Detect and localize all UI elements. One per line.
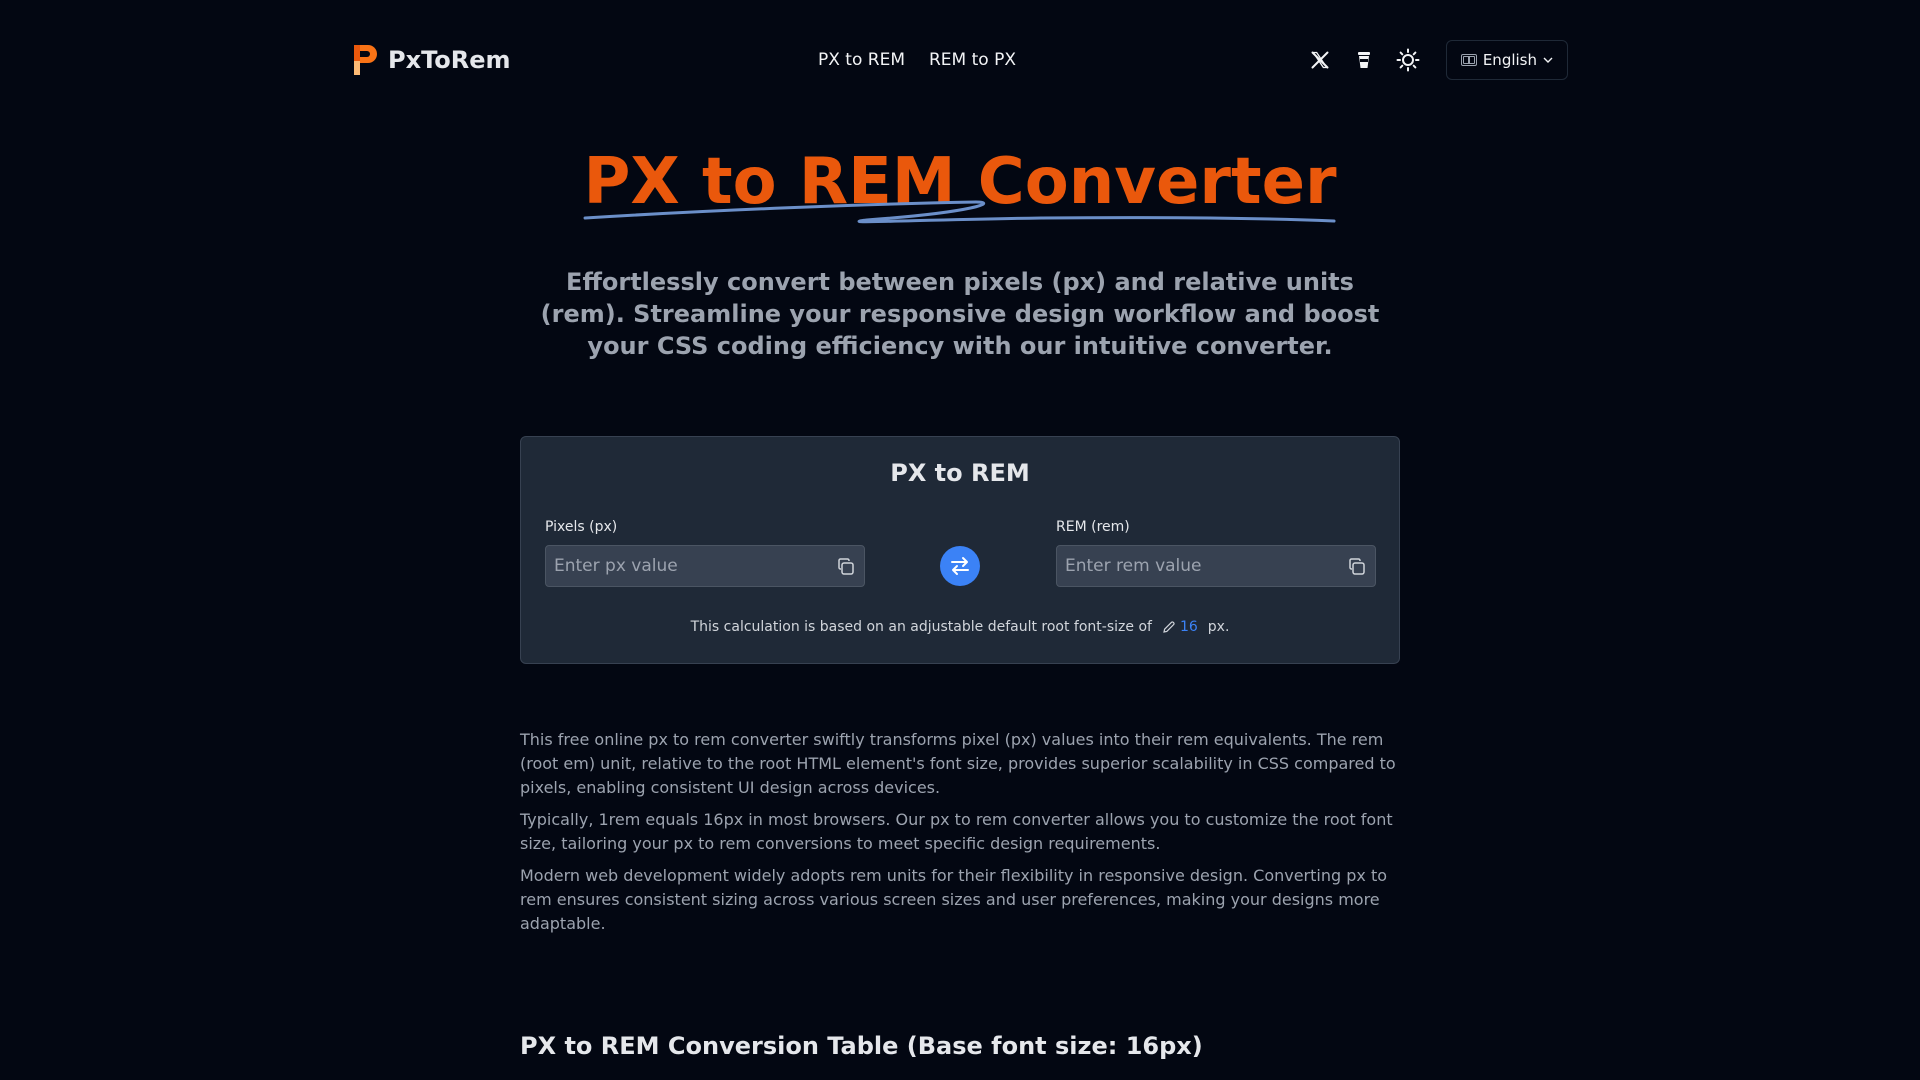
px-input[interactable] — [546, 546, 864, 586]
main-nav: PX to REM REM to PX — [818, 36, 1016, 84]
rem-input[interactable] — [1057, 546, 1375, 586]
base-font-size-edit[interactable]: 16 — [1162, 619, 1198, 635]
buy-coffee-button[interactable] — [1342, 38, 1386, 82]
copy-rem-icon[interactable] — [1347, 557, 1367, 577]
calculation-note: This calculation is based on an adjustab… — [521, 619, 1399, 635]
rem-field-label: REM (rem) — [1056, 519, 1130, 535]
swap-arrows-icon — [951, 557, 969, 575]
language-flag-icon — [1460, 54, 1477, 66]
note-prefix: This calculation is based on an adjustab… — [690, 619, 1152, 635]
page-title: PX to REM Converter — [583, 145, 1337, 219]
hero: PX to REM Converter — [0, 140, 1920, 224]
description-section: This free online px to rem converter swi… — [520, 728, 1400, 944]
brand-link[interactable]: PxToRem — [352, 43, 511, 77]
theme-toggle-button[interactable] — [1386, 38, 1430, 82]
description-paragraph-1: This free online px to rem converter swi… — [520, 730, 1396, 797]
hero-title-wrapper: PX to REM Converter — [583, 140, 1337, 224]
px-field-label: Pixels (px) — [545, 519, 618, 535]
description-paragraph-2: Typically, 1rem equals 16px in most brow… — [520, 810, 1393, 853]
site-header: PxToRem PX to REM REM to PX English — [352, 36, 1568, 84]
twitter-button[interactable] — [1298, 38, 1342, 82]
swap-units-button[interactable] — [940, 546, 980, 586]
px-field — [545, 545, 865, 587]
description-paragraph-3: Modern web development widely adopts rem… — [520, 866, 1388, 933]
nav-px-to-rem[interactable]: PX to REM — [818, 50, 905, 70]
coffee-cup-icon — [1357, 52, 1370, 68]
hero-subtitle: Effortlessly convert between pixels (px)… — [540, 268, 1380, 360]
copy-px-icon[interactable] — [836, 557, 856, 577]
brand-name: PxToRem — [388, 46, 511, 74]
language-label: English — [1482, 51, 1537, 69]
note-suffix: px. — [1207, 619, 1230, 635]
converter-card: PX to REM Pixels (px) REM (rem) This cal… — [520, 436, 1400, 664]
sun-icon — [1396, 48, 1420, 72]
language-select[interactable]: English — [1445, 40, 1568, 80]
x-twitter-icon — [1311, 51, 1329, 69]
converter-title: PX to REM — [890, 459, 1030, 487]
nav-rem-to-px[interactable]: REM to PX — [929, 50, 1016, 70]
pencil-icon — [1163, 621, 1175, 633]
header-actions: English — [1298, 38, 1568, 82]
conversion-table-heading: PX to REM Conversion Table (Base font si… — [520, 1032, 1203, 1060]
rem-field — [1056, 545, 1376, 587]
base-font-size-value: 16 — [1179, 619, 1198, 635]
pxtorem-logo-icon — [354, 45, 377, 75]
chevron-down-icon — [1543, 57, 1553, 63]
